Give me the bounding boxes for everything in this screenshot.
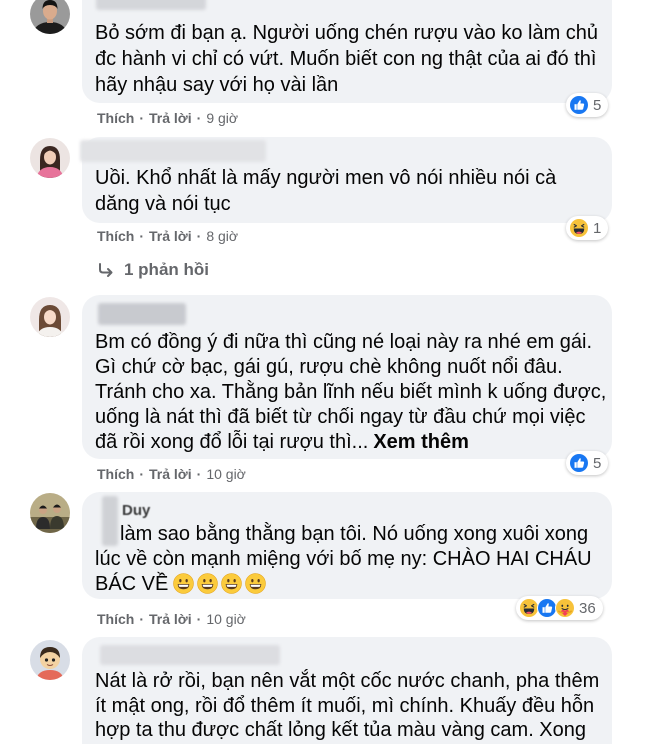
comment-bubble: Duy làm sao bằng thằng bạn tôi. Nó uống …	[82, 492, 612, 599]
author-name-redacted[interactable]	[96, 0, 206, 10]
avatar[interactable]	[30, 493, 70, 533]
comment-text-line: đc hành vi chỉ có vứt. Muốn biết con ng …	[95, 48, 597, 70]
comment-text-line: Bỏ sớm đi bạn ạ. Người uống chén rượu và…	[95, 22, 599, 44]
avatar-image	[30, 138, 70, 178]
emoji-group	[173, 573, 269, 595]
comment-text-line: Bm có đồng ý đi nữa thì cũng né loại này…	[95, 331, 593, 353]
comment-bubble: Nát là rở rồi, bạn nên vắt một cốc nước …	[82, 637, 612, 744]
comment-text-segment: đã rồi xong đổ lỗi tại rượu thì...	[95, 431, 369, 453]
reaction-count: 1	[593, 219, 602, 237]
reply-arrow-icon	[97, 261, 115, 279]
comment-text-segment: BÁC VỀ	[95, 573, 169, 595]
author-name-redacted[interactable]	[100, 645, 280, 665]
separator-dot: ·	[139, 228, 145, 244]
comment-text: làm sao bằng thằng bạn tôi. Nó uống xong…	[95, 522, 606, 597]
comment-text-line: hợp ta thu được chất lỏng kết tủa màu và…	[95, 719, 587, 741]
haha-reaction-icon	[569, 218, 589, 238]
reply-link[interactable]: Trả lời	[149, 110, 192, 126]
timestamp-link[interactable]: 8 giờ	[206, 228, 238, 244]
separator-dot: ·	[139, 110, 145, 126]
timestamp-link[interactable]: 10 giờ	[206, 611, 246, 627]
comment-text-line: uống là nát thì đã biết từ chối ngay từ …	[95, 406, 586, 428]
separator-dot: ·	[139, 611, 145, 627]
reply-link[interactable]: Trả lời	[149, 611, 192, 627]
like-link[interactable]: Thích	[97, 466, 134, 482]
reaction-summary[interactable]: 5	[566, 93, 609, 117]
comment-bubble: Uồi. Khổ nhất là mấy người men vô nói nh…	[80, 137, 612, 223]
author-name[interactable]: Duy	[122, 502, 150, 519]
avatar-image	[30, 297, 70, 337]
reaction-count: 36	[579, 599, 596, 617]
comments-section: Bỏ sớm đi bạn ạ. Người uống chén rượu và…	[0, 0, 660, 744]
comment-text: Nát là rở rồi, bạn nên vắt một cốc nước …	[95, 669, 606, 743]
view-replies-label: 1 phản hồi	[124, 260, 209, 279]
author-name-redacted[interactable]	[98, 303, 186, 325]
comment-text-line: Nát là rở rồi, bạn nên vắt một cốc nước …	[95, 670, 600, 692]
timestamp-link[interactable]: 9 giờ	[206, 110, 238, 126]
comment-text: Bỏ sớm đi bạn ạ. Người uống chén rượu và…	[95, 20, 606, 98]
author-name-redacted[interactable]	[80, 140, 266, 162]
reply-link[interactable]: Trả lời	[149, 466, 192, 482]
grinning-face-emoji-icon	[245, 573, 267, 594]
comment-bubble: Bm có đồng ý đi nữa thì cũng né loại này…	[82, 295, 612, 459]
avatar[interactable]	[30, 138, 70, 178]
reaction-summary[interactable]: 36	[516, 596, 603, 620]
grinning-face-emoji-icon	[197, 573, 219, 594]
timestamp-link[interactable]: 10 giờ	[206, 466, 246, 482]
comment-text-line: ít mật ong, rồi đổ thêm ít muối, mì chín…	[95, 694, 595, 717]
avatar-image	[30, 493, 70, 533]
comment-text-line: dăng và nói tục	[95, 193, 231, 215]
comment-bubble: Bỏ sớm đi bạn ạ. Người uống chén rượu và…	[82, 0, 612, 103]
separator-dot: ·	[196, 110, 202, 126]
like-link[interactable]: Thích	[97, 611, 134, 627]
comment-actions: Thích · Trả lời · 9 giờ	[97, 110, 238, 126]
reaction-summary[interactable]: 5	[566, 451, 609, 475]
avatar-image	[30, 640, 70, 680]
like-reaction-icon	[569, 453, 589, 473]
reply-link[interactable]: Trả lời	[149, 228, 192, 244]
comment-text-line: BÁC VỀ	[95, 572, 606, 597]
grinning-face-emoji-icon	[173, 573, 195, 594]
separator-dot: ·	[196, 228, 202, 244]
comment-text-line: lúc về còn mạnh miệng với bố mẹ ny: CHÀO…	[95, 548, 592, 570]
like-reaction-icon	[537, 598, 557, 618]
avatar[interactable]	[30, 640, 70, 680]
comment-text-line: Gì chứ cờ bạc, gái gú, rượu chè không nu…	[95, 356, 563, 378]
haha-reaction-icon	[519, 598, 539, 618]
reaction-count: 5	[593, 454, 602, 472]
like-link[interactable]: Thích	[97, 110, 134, 126]
separator-dot: ·	[139, 466, 145, 482]
avatar[interactable]	[30, 297, 70, 337]
avatar[interactable]	[30, 0, 70, 34]
comment-text-line: Tránh cho xa. Thằng bản lĩnh nếu biết mì…	[95, 381, 607, 403]
comment-actions: Thích · Trả lời · 8 giờ	[97, 228, 238, 244]
comment-text-line: Uồi. Khổ nhất là mấy người men vô nói nh…	[95, 167, 557, 189]
like-reaction-icon	[569, 95, 589, 115]
comment-text-line: đã rồi xong đổ lỗi tại rượu thì... Xem th…	[95, 430, 606, 455]
comment-text: Bm có đồng ý đi nữa thì cũng né loại này…	[95, 330, 606, 455]
view-replies-link[interactable]: 1 phản hồi	[97, 260, 209, 280]
reaction-count: 5	[593, 96, 602, 114]
comment-text-line: hãy nhậu say với họ vài lần	[95, 74, 339, 96]
comment-actions: Thích · Trả lời · 10 giờ	[97, 611, 246, 627]
comment-actions: Thích · Trả lời · 10 giờ	[97, 466, 246, 482]
see-more-link[interactable]: Xem thêm	[373, 431, 469, 453]
comment-text: Uồi. Khổ nhất là mấy người men vô nói nh…	[95, 165, 606, 217]
avatar-image	[30, 0, 70, 34]
comment-text-line: làm sao bằng thằng bạn tôi. Nó uống xong…	[120, 523, 589, 545]
like-link[interactable]: Thích	[97, 228, 134, 244]
reaction-summary[interactable]: 1	[566, 216, 609, 240]
separator-dot: ·	[196, 466, 202, 482]
care-reaction-icon	[555, 598, 575, 618]
separator-dot: ·	[196, 611, 202, 627]
grinning-face-emoji-icon	[221, 573, 243, 594]
